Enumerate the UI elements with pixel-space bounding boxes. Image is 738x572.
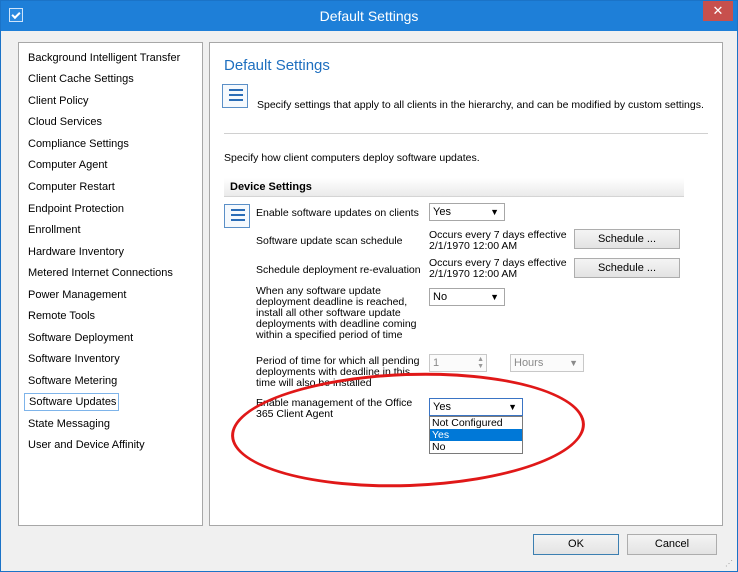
window-title: Default Settings bbox=[319, 8, 419, 24]
sidebar-item[interactable]: Enrollment bbox=[28, 221, 81, 239]
chevron-down-icon: ▼ bbox=[490, 292, 499, 302]
intro-text: Specify how client computers deploy soft… bbox=[224, 152, 480, 164]
spinner-arrows-icon: ▲ ▼ bbox=[477, 356, 484, 370]
software-updates-icon bbox=[224, 204, 250, 228]
dropdown-option[interactable]: No bbox=[430, 441, 522, 453]
deadline-select[interactable]: No ▼ bbox=[429, 288, 505, 306]
settings-window: Default Settings ✕ Background Intelligen… bbox=[0, 0, 738, 572]
enable-updates-label: Enable software updates on clients bbox=[256, 207, 419, 219]
sidebar-item[interactable]: Software Metering bbox=[28, 372, 117, 390]
scan-schedule-label: Software update scan schedule bbox=[256, 235, 403, 247]
divider bbox=[224, 133, 708, 134]
period-label: Period of time for which all pending dep… bbox=[256, 356, 420, 389]
sidebar-item[interactable]: Endpoint Protection bbox=[28, 200, 124, 218]
sidebar-item[interactable]: Computer Agent bbox=[28, 156, 108, 174]
office365-select[interactable]: Yes ▼ bbox=[429, 398, 523, 416]
ok-button[interactable]: OK bbox=[533, 534, 619, 555]
title-bar: Default Settings ✕ bbox=[1, 1, 737, 31]
chevron-down-icon: ▼ bbox=[508, 402, 517, 412]
sidebar-item[interactable]: Software Updates bbox=[24, 393, 119, 411]
sidebar-item[interactable]: Client Cache Settings bbox=[28, 70, 134, 88]
sidebar-item[interactable]: Cloud Services bbox=[28, 113, 102, 131]
settings-content: Default Settings Specify settings that a… bbox=[209, 42, 723, 526]
settings-list-icon bbox=[222, 84, 248, 108]
page-title: Default Settings bbox=[224, 57, 330, 74]
cancel-button[interactable]: Cancel bbox=[627, 534, 717, 555]
deadline-value: No bbox=[433, 291, 448, 303]
sidebar-item[interactable]: User and Device Affinity bbox=[28, 436, 145, 454]
sidebar-item[interactable]: Power Management bbox=[28, 286, 126, 304]
sidebar-item[interactable]: Compliance Settings bbox=[28, 135, 129, 153]
sidebar-item[interactable]: State Messaging bbox=[28, 415, 110, 433]
period-value: 1 bbox=[433, 357, 440, 369]
sidebar-item[interactable]: Software Inventory bbox=[28, 350, 120, 368]
sidebar-item[interactable]: Remote Tools bbox=[28, 307, 95, 325]
page-description: Specify settings that apply to all clien… bbox=[257, 99, 704, 111]
chevron-down-icon: ▼ bbox=[569, 358, 578, 368]
deploy-reeval-value-2: 2/1/1970 12:00 AM bbox=[429, 268, 518, 280]
deadline-label: When any software update deployment dead… bbox=[256, 285, 417, 341]
resize-grip-icon[interactable]: ⋰ bbox=[725, 559, 735, 569]
sidebar-item[interactable]: Metered Internet Connections bbox=[28, 264, 173, 282]
scan-schedule-button[interactable]: Schedule ... bbox=[574, 229, 680, 249]
deploy-reeval-button[interactable]: Schedule ... bbox=[574, 258, 680, 278]
close-button[interactable]: ✕ bbox=[703, 1, 733, 21]
office365-value: Yes bbox=[433, 401, 451, 413]
sidebar-item[interactable]: Computer Restart bbox=[28, 178, 115, 196]
period-unit-value: Hours bbox=[514, 357, 544, 369]
dropdown-option[interactable]: Not Configured bbox=[430, 417, 522, 429]
sidebar-item[interactable]: Background Intelligent Transfer bbox=[28, 49, 180, 67]
scan-schedule-value-2: 2/1/1970 12:00 AM bbox=[429, 240, 518, 252]
period-number-input[interactable]: 1 ▲ ▼ bbox=[429, 354, 487, 372]
section-header: Device Settings bbox=[224, 178, 684, 197]
enable-updates-select[interactable]: Yes ▼ bbox=[429, 203, 505, 221]
settings-nav: Background Intelligent Transfer Client Ca… bbox=[18, 42, 203, 526]
office365-label: Enable management of the Office 365 Clie… bbox=[256, 397, 413, 420]
deploy-reeval-label: Schedule deployment re-evaluation bbox=[256, 264, 421, 276]
sidebar-item[interactable]: Client Policy bbox=[28, 92, 89, 110]
sidebar-item[interactable]: Hardware Inventory bbox=[28, 243, 124, 261]
section-title: Device Settings bbox=[230, 181, 312, 193]
dropdown-option[interactable]: Yes bbox=[430, 429, 522, 441]
chevron-down-icon: ▼ bbox=[490, 207, 499, 217]
office365-dropdown-list: Not Configured Yes No bbox=[429, 416, 523, 454]
sidebar-item[interactable]: Software Deployment bbox=[28, 329, 133, 347]
period-unit-select[interactable]: Hours ▼ bbox=[510, 354, 584, 372]
enable-updates-value: Yes bbox=[433, 206, 451, 218]
